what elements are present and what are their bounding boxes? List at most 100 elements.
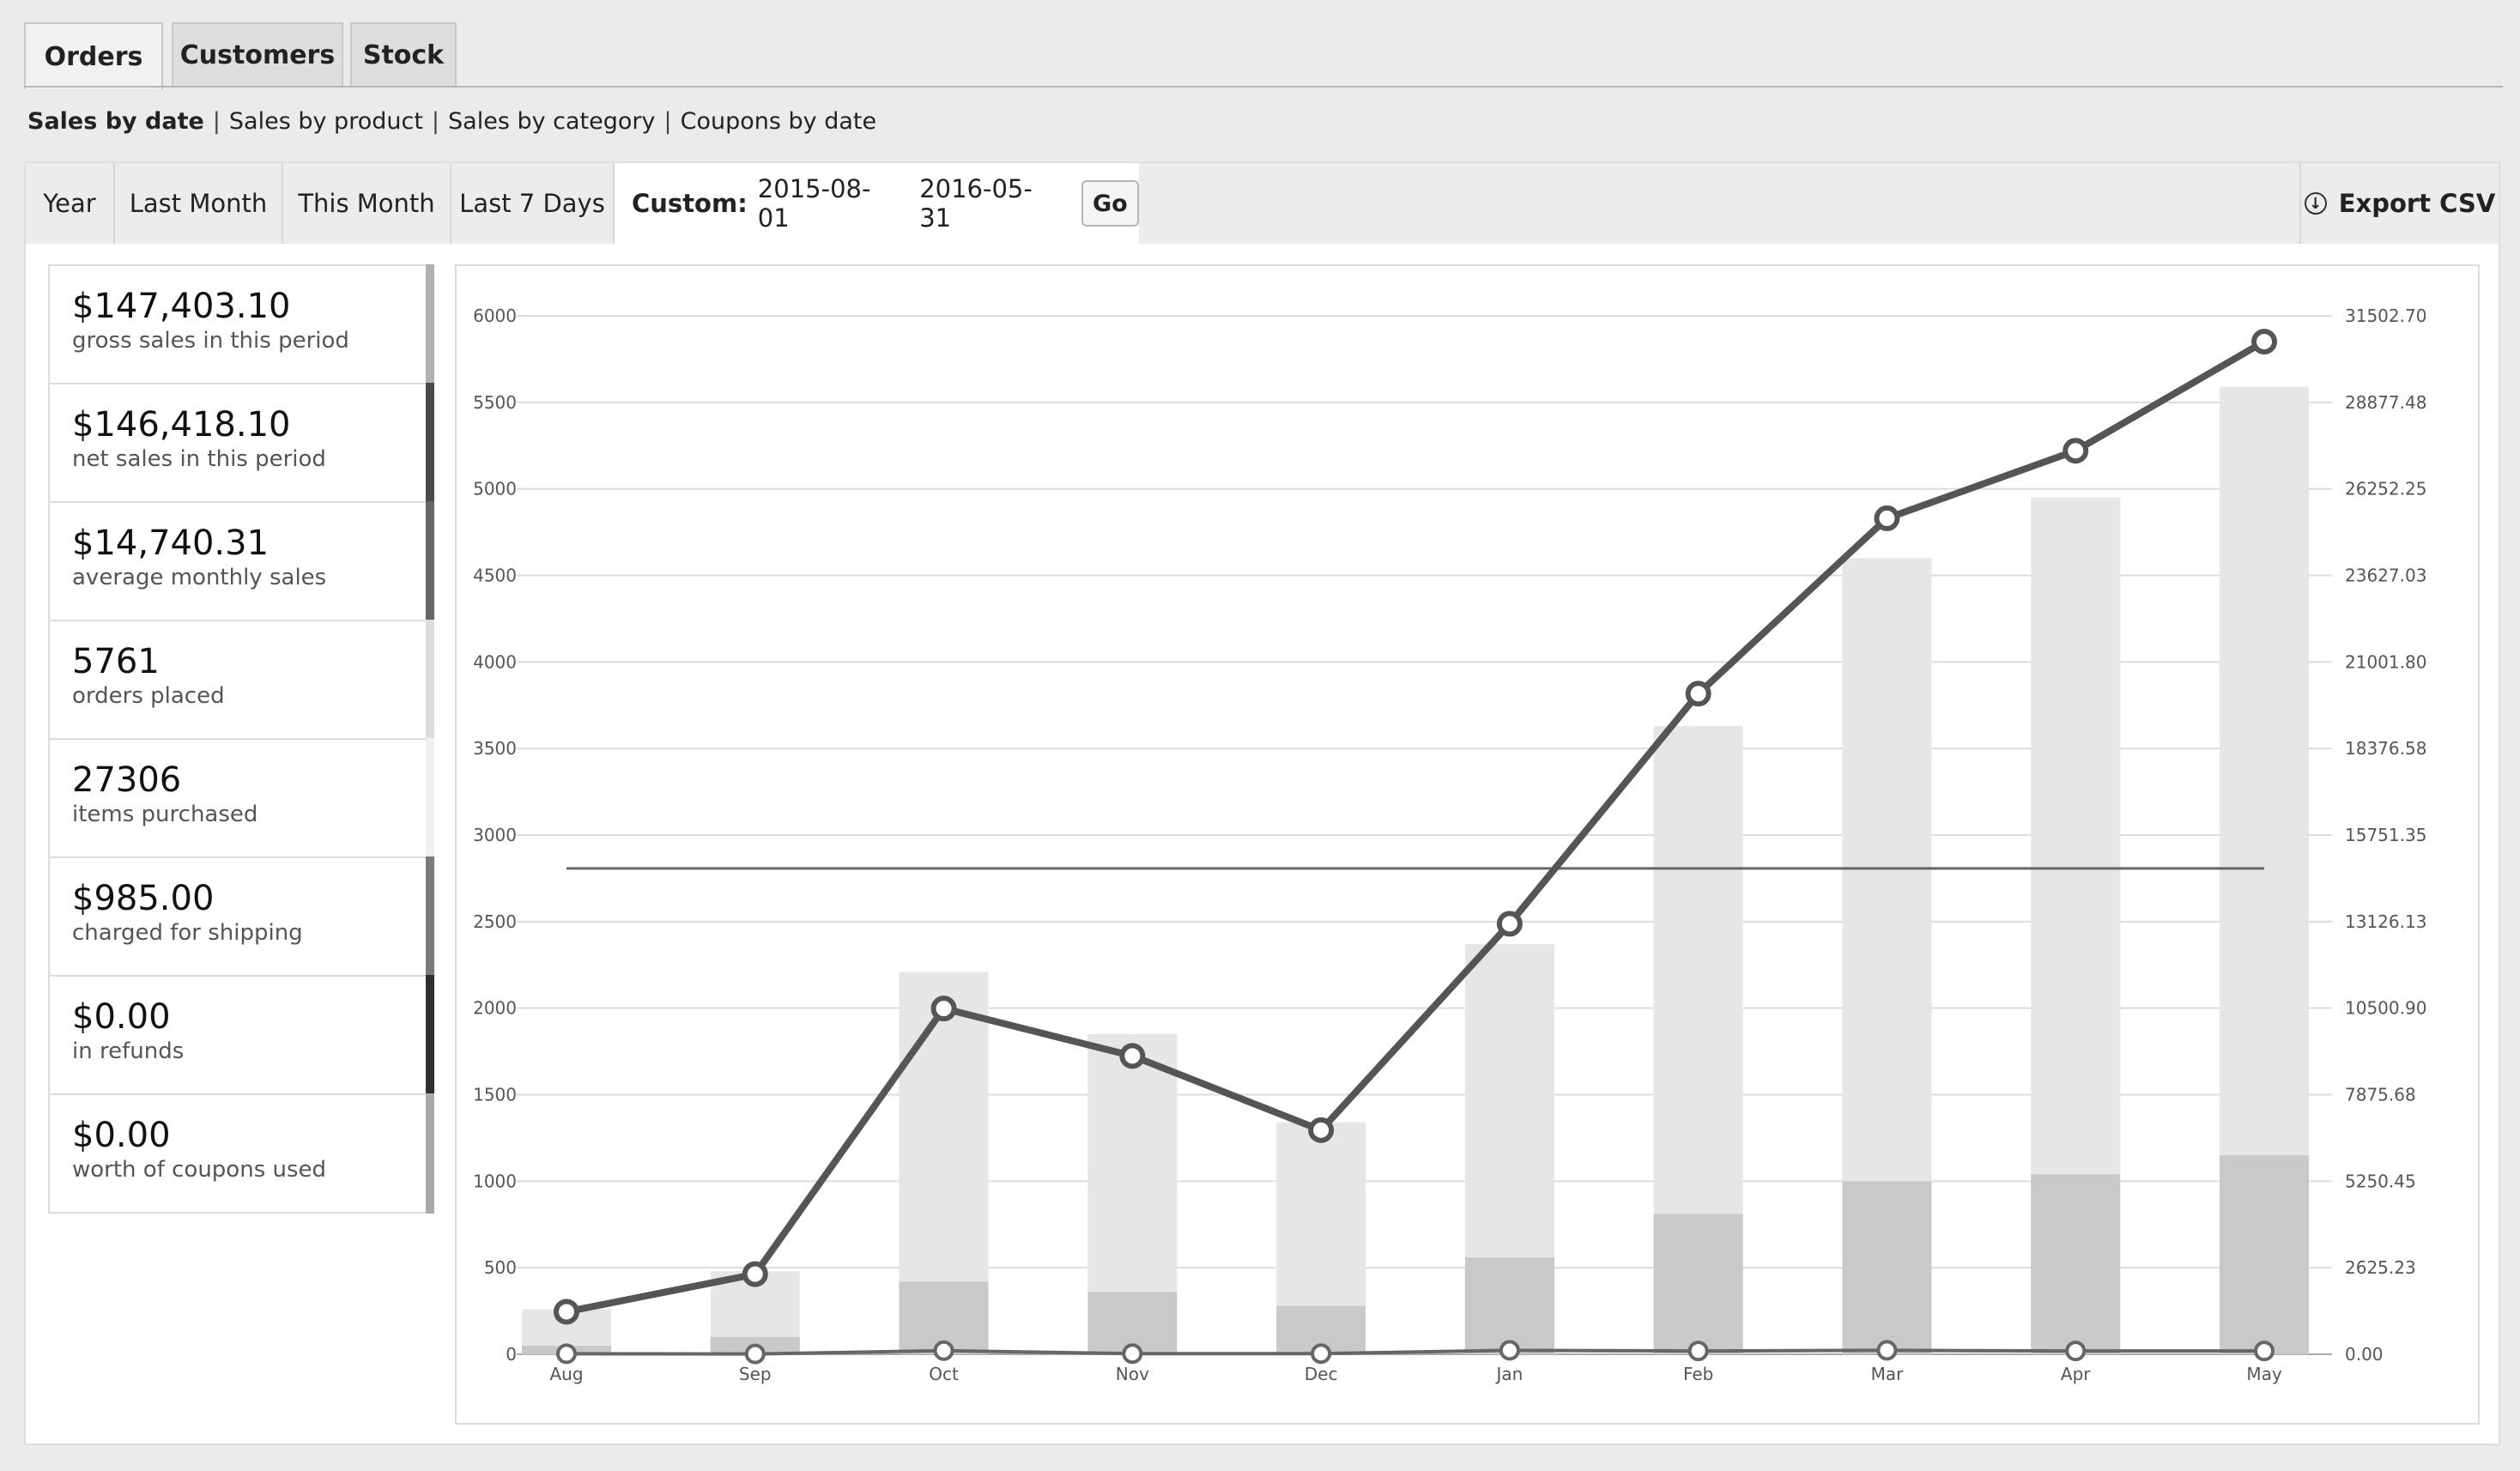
- y-left-tick-label: 6000: [473, 306, 517, 326]
- subnav-sales-by-date[interactable]: Sales by date: [27, 108, 204, 135]
- y-left-tick-label: 2000: [473, 998, 517, 1019]
- stat-label: gross sales in this period: [72, 328, 349, 354]
- x-tick-label: May: [2246, 1364, 2282, 1384]
- custom-range-label: Custom:: [632, 189, 748, 218]
- report-panel: Year Last Month This Month Last 7 Days C…: [24, 161, 2500, 1445]
- subnav-sales-by-category[interactable]: Sales by category: [448, 108, 655, 135]
- y-left-tick-label: 1500: [473, 1085, 517, 1105]
- range-year-button[interactable]: Year: [26, 163, 115, 244]
- y-left-tick-label: 3000: [473, 825, 517, 845]
- y-right-tick-label: 28877.48: [2345, 392, 2426, 413]
- stat-item[interactable]: $146,418.10 net sales in this period: [50, 383, 434, 503]
- y-left-tick-label: 500: [484, 1257, 517, 1278]
- shipping-point: [1499, 1340, 1520, 1361]
- sales-point: [2063, 438, 2089, 464]
- x-tick-label: Nov: [1116, 1364, 1149, 1384]
- shipping-point: [1122, 1343, 1143, 1365]
- y-right-tick-label: 13126.13: [2345, 911, 2426, 932]
- y-right-tick-label: 5250.45: [2345, 1171, 2416, 1191]
- stat-color-bar: [426, 264, 434, 384]
- shipping-point: [556, 1343, 577, 1365]
- shipping-point: [744, 1343, 766, 1365]
- sales-chart-svg: 0 0.00 500 2625.23 1000 5250.45 1500 7875.68 200…: [473, 306, 2426, 1384]
- stat-item[interactable]: $0.00 in refunds: [50, 975, 434, 1095]
- shipping-point: [1311, 1343, 1332, 1365]
- stat-value: $985.00: [72, 879, 215, 918]
- y-left-tick-label: 5500: [473, 392, 517, 413]
- end-date-input[interactable]: 2016-05-31: [919, 174, 1046, 233]
- y-left-tick-label: 2500: [473, 911, 517, 932]
- sales-line: [566, 338, 2267, 1316]
- export-csv-button[interactable]: ↓ Export CSV: [2299, 163, 2499, 244]
- y-right-tick-label: 2625.23: [2345, 1257, 2416, 1278]
- stat-item[interactable]: $147,403.10 gross sales in this period: [50, 264, 434, 384]
- x-tick-label: Dec: [1305, 1364, 1338, 1384]
- y-right-tick-label: 10500.90: [2345, 998, 2426, 1019]
- stat-color-bar: [426, 501, 434, 621]
- y-left-tick-label: 4000: [473, 651, 517, 672]
- subnav-sales-by-product[interactable]: Sales by product: [229, 108, 423, 135]
- stat-label: average monthly sales: [72, 565, 327, 590]
- sales-point: [1874, 505, 1900, 531]
- stat-item[interactable]: $0.00 worth of coupons used: [50, 1093, 434, 1214]
- sales-point: [554, 1298, 579, 1325]
- bar-inner-mark: [2220, 1155, 2309, 1354]
- x-tick-label: Apr: [2061, 1364, 2091, 1384]
- stat-label: charged for shipping: [72, 920, 303, 946]
- sales-point: [1685, 681, 1711, 707]
- sales-point: [1496, 911, 1523, 937]
- range-last-7-days-button[interactable]: Last 7 Days: [451, 163, 615, 244]
- tab-stock[interactable]: Stock: [350, 22, 457, 86]
- y-left-tick-label: 5000: [473, 479, 517, 499]
- go-button[interactable]: Go: [1081, 180, 1139, 227]
- stat-value: $14,740.31: [72, 524, 270, 563]
- sales-point: [1308, 1117, 1335, 1143]
- sales-chart: 0 0.00 500 2625.23 1000 5250.45 1500 7875.68 200…: [455, 264, 2480, 1425]
- y-right-tick-label: 26252.25: [2345, 479, 2426, 499]
- subnav-separator: |: [431, 108, 440, 135]
- export-csv-label: Export CSV: [2338, 189, 2496, 218]
- stat-color-bar: [426, 1093, 434, 1214]
- stat-color-bar: [426, 738, 434, 858]
- stat-label: items purchased: [72, 802, 258, 827]
- shipping-point: [2254, 1341, 2275, 1362]
- tab-orders[interactable]: Orders: [24, 22, 163, 89]
- y-left-tick-label: 3500: [473, 738, 517, 759]
- y-right-tick-label: 7875.68: [2345, 1085, 2416, 1105]
- shipping-point: [2065, 1341, 2087, 1362]
- y-left-tick-label: 0: [506, 1344, 517, 1365]
- stat-item[interactable]: $14,740.31 average monthly sales: [50, 501, 434, 621]
- shipping-point: [1876, 1340, 1898, 1361]
- sales-point: [1119, 1043, 1146, 1069]
- bar-inner-mark: [1653, 1214, 1743, 1354]
- tab-divider: [24, 86, 2503, 88]
- y-right-tick-label: 15751.35: [2345, 825, 2426, 845]
- stat-color-bar: [426, 383, 434, 503]
- stat-value: $147,403.10: [72, 287, 291, 326]
- tab-customers[interactable]: Customers: [172, 22, 343, 86]
- stat-value: 5761: [72, 642, 160, 681]
- stat-label: worth of coupons used: [72, 1157, 327, 1183]
- range-this-month-button[interactable]: This Month: [283, 163, 451, 244]
- range-last-month-button[interactable]: Last Month: [115, 163, 283, 244]
- subnav-coupons-by-date[interactable]: Coupons by date: [681, 108, 877, 135]
- stat-item[interactable]: 27306 items purchased: [50, 738, 434, 858]
- shipping-line: [566, 1348, 2264, 1356]
- stat-label: net sales in this period: [72, 446, 326, 472]
- x-tick-label: Sep: [739, 1364, 772, 1384]
- stat-item[interactable]: 5761 orders placed: [50, 620, 434, 740]
- stat-item[interactable]: $985.00 charged for shipping: [50, 857, 434, 977]
- sales-point: [742, 1261, 768, 1287]
- sales-point: [2251, 329, 2277, 355]
- start-date-input[interactable]: 2015-08-01: [758, 174, 885, 233]
- shipping-point: [1687, 1341, 1709, 1362]
- stat-value: $0.00: [72, 1116, 171, 1155]
- x-tick-label: Oct: [929, 1364, 959, 1384]
- bar-inner-mark: [2031, 1174, 2121, 1354]
- stat-value: $0.00: [72, 997, 171, 1037]
- y-left-tick-label: 4500: [473, 566, 517, 586]
- y-right-tick-label: 31502.70: [2345, 306, 2426, 326]
- x-tick-label: Mar: [1871, 1364, 1905, 1384]
- stat-value: $146,418.10: [72, 405, 291, 445]
- stat-color-bar: [426, 620, 434, 740]
